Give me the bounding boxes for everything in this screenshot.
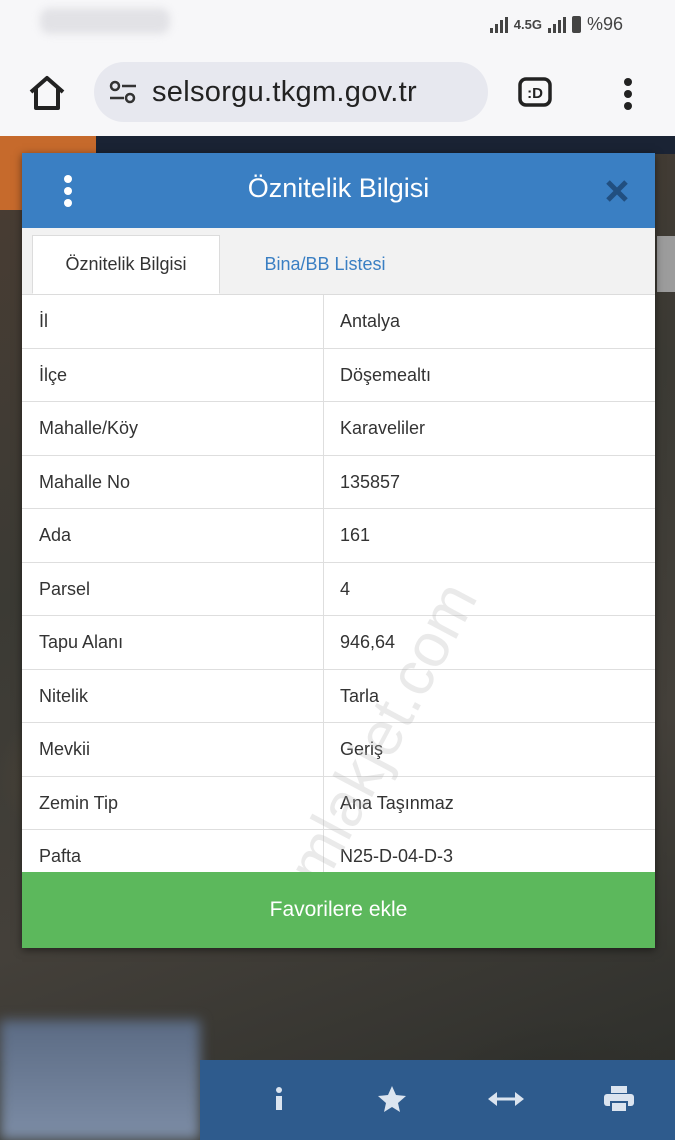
- row-key: Parsel: [39, 578, 91, 599]
- row-value: Karaveliler: [340, 418, 426, 438]
- star-icon[interactable]: [374, 1082, 410, 1116]
- table-row: Ada 161: [22, 509, 655, 563]
- network-type: 4.5G: [513, 17, 542, 32]
- row-key: Zemin Tip: [39, 792, 119, 813]
- row-value: 161: [340, 525, 371, 545]
- print-icon[interactable]: [600, 1082, 638, 1116]
- status-bar: 4.5G %96: [0, 0, 675, 50]
- table-row: Nitelik Tarla: [22, 670, 655, 723]
- column-divider: [323, 295, 324, 872]
- scrollbar[interactable]: [657, 236, 675, 292]
- battery-icon: [571, 16, 581, 33]
- add-to-favorites-button[interactable]: Favorilere ekle: [22, 872, 655, 948]
- dialog-header: Öznitelik Bilgisi: [22, 153, 655, 228]
- table-row: Parsel 4: [22, 563, 655, 616]
- attribute-info-dialog: Öznitelik Bilgisi Öznitelik Bilgisi Bina…: [22, 153, 655, 948]
- battery-level: %96: [586, 14, 623, 34]
- row-key: İlçe: [39, 364, 68, 385]
- row-value: Döşemealtı: [340, 364, 432, 385]
- row-value: Antalya: [340, 311, 401, 331]
- table-row: Mahalle/Köy Karaveliler: [22, 402, 655, 456]
- blurred-logo: [0, 1020, 200, 1140]
- info-icon[interactable]: [262, 1082, 296, 1116]
- signal-icon-2: [547, 16, 566, 33]
- row-key: Nitelik: [39, 685, 89, 706]
- svg-text::D: :D: [527, 85, 543, 102]
- row-key: Mevkii: [39, 739, 91, 759]
- attribute-table: İl Antalya İlçe Döşemealtı Mahalle/Köy Kara…: [22, 295, 655, 884]
- row-value: Ana Taşınmaz: [340, 792, 454, 813]
- tab-building-list[interactable]: Bina/BB Listesi: [230, 235, 420, 294]
- row-value: Tarla: [340, 685, 380, 706]
- dialog-title: Öznitelik Bilgisi: [247, 173, 430, 203]
- row-key: İl: [39, 311, 48, 331]
- table-row: Mevkii Geriş: [22, 723, 655, 777]
- url-text: selsorgu.tkgm.gov.tr: [152, 76, 417, 108]
- address-bar[interactable]: selsorgu.tkgm.gov.tr: [94, 62, 488, 122]
- status-icons: 4.5G %96: [489, 14, 623, 35]
- dialog-tabs: Öznitelik Bilgisi Bina/BB Listesi: [22, 228, 655, 295]
- map-top-strip: [96, 136, 675, 154]
- measure-icon[interactable]: [486, 1082, 526, 1116]
- more-vert-icon[interactable]: [616, 74, 640, 114]
- browser-toolbar: selsorgu.tkgm.gov.tr :D: [0, 50, 675, 136]
- tab-attribute-info[interactable]: Öznitelik Bilgisi: [32, 235, 220, 294]
- table-row: İl Antalya: [22, 295, 655, 349]
- bottom-toolbar: [200, 1060, 675, 1140]
- close-icon[interactable]: [603, 177, 631, 205]
- row-key: Mahalle/Köy: [39, 418, 139, 438]
- row-value: 135857: [340, 471, 401, 492]
- row-value: 4: [340, 578, 351, 599]
- row-value: Geriş: [340, 739, 384, 759]
- row-key: Mahalle No: [39, 471, 131, 492]
- row-key: Ada: [39, 525, 72, 545]
- signal-icon: [489, 16, 508, 33]
- table-row: Tapu Alanı 946,64: [22, 616, 655, 670]
- row-key: Tapu Alanı: [39, 632, 124, 652]
- row-value: 946,64: [340, 632, 396, 652]
- home-icon[interactable]: [26, 72, 68, 114]
- tab-switcher-icon[interactable]: :D: [517, 76, 553, 108]
- blurred-time: [40, 8, 170, 34]
- table-row: Zemin Tip Ana Taşınmaz: [22, 777, 655, 830]
- tune-icon[interactable]: [108, 79, 138, 105]
- table-row: Mahalle No 135857: [22, 456, 655, 509]
- table-row: İlçe Döşemealtı: [22, 349, 655, 402]
